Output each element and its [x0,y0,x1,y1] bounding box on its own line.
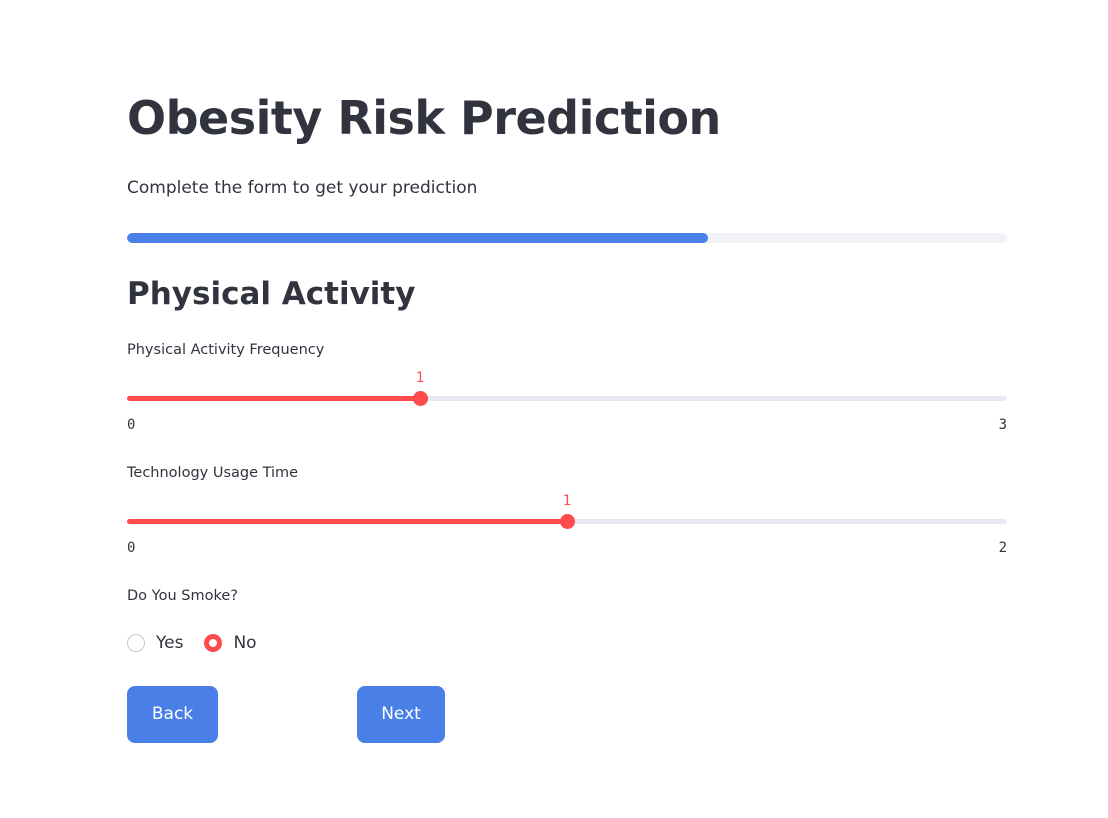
slider-fill [127,396,420,401]
radio-label: Yes [156,633,184,653]
slider-max-label: 3 [998,417,1007,433]
slider-value-label: 1 [415,370,425,386]
radio-option-yes[interactable]: Yes [127,631,183,655]
next-button[interactable]: Next [357,686,445,743]
back-button[interactable]: Back [127,686,218,743]
progress-bar-fill [127,233,708,243]
section-title: Physical Activity [127,276,416,312]
page-subtitle: Complete the form to get your prediction [127,178,478,198]
slider-min-label: 0 [127,540,136,556]
slider-max-label: 2 [998,540,1007,556]
radio-option-no[interactable]: No [204,631,257,655]
main-content: Obesity Risk Prediction Complete the for… [127,0,1007,818]
slider-min-label: 0 [127,417,136,433]
progress-bar [127,233,1007,243]
page-title: Obesity Risk Prediction [127,91,721,145]
radio-button[interactable] [127,634,145,652]
physical-activity-frequency-label: Physical Activity Frequency [127,342,325,358]
physical-activity-frequency-slider[interactable]: 1 0 3 [127,370,1007,438]
smoke-question-label: Do You Smoke? [127,588,238,604]
technology-usage-time-label: Technology Usage Time [127,465,299,481]
smoke-radio-group: Yes No [127,630,278,656]
slider-thumb[interactable] [560,514,575,529]
radio-button[interactable] [204,634,223,652]
slider-thumb[interactable] [413,391,428,406]
slider-value-label: 1 [562,493,572,509]
technology-usage-time-slider[interactable]: 1 0 2 [127,493,1007,561]
radio-label: No [233,633,257,653]
slider-fill [127,519,567,524]
